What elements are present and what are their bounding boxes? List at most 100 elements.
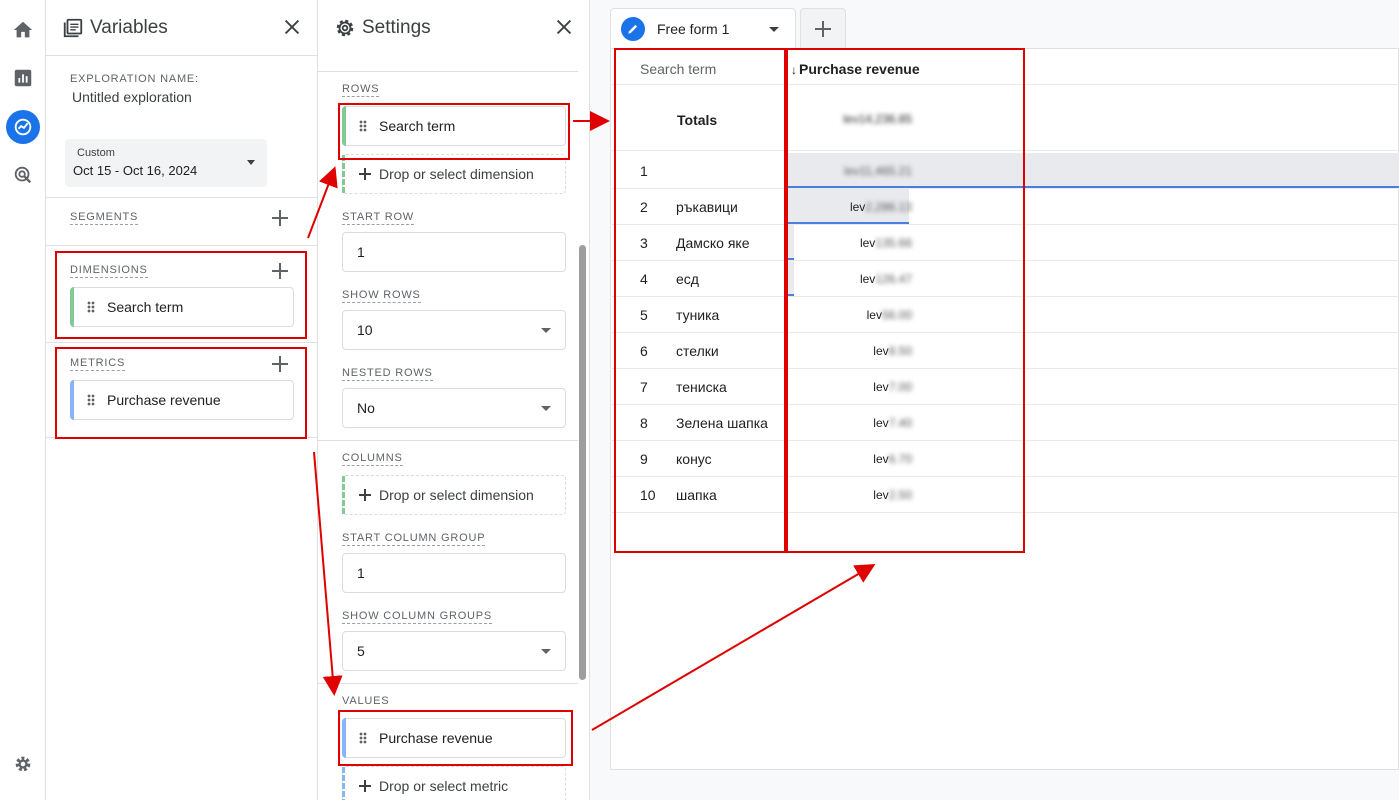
date-range-picker[interactable]: Custom Oct 15 - Oct 16, 2024 [65, 139, 267, 187]
row-number: 10 [640, 487, 656, 503]
row-search-term[interactable]: туника [676, 307, 719, 323]
plus-icon [815, 21, 831, 37]
reports-icon[interactable] [6, 61, 40, 95]
row-purchase-revenue: lev7.00 [830, 380, 912, 394]
chevron-down-icon [541, 328, 551, 333]
exploration-name-input[interactable]: Untitled exploration [72, 89, 192, 105]
currency-prefix: lev [849, 200, 866, 214]
add-dimension-icon[interactable] [272, 263, 288, 279]
totals-value: lev14,236.85 [843, 112, 912, 126]
exploration-name-label: EXPLORATION NAME: [70, 73, 199, 85]
column-header-search-term[interactable]: Search term [640, 61, 716, 77]
row-search-term[interactable]: Зелена шапка [676, 415, 768, 431]
close-icon[interactable] [553, 16, 575, 38]
row-divider [610, 368, 1399, 369]
row-number: 2 [640, 199, 648, 215]
show-column-groups-select[interactable]: 5 [342, 631, 566, 671]
rows-chip-search-term[interactable]: Search term [342, 106, 566, 146]
row-search-term[interactable]: тениска [676, 379, 727, 395]
settings-header: Settings [318, 0, 589, 56]
tab-free-form-1[interactable]: Free form 1 [610, 8, 796, 48]
show-rows-select[interactable]: 10 [342, 310, 566, 350]
advertising-icon[interactable] [6, 158, 40, 192]
nested-rows-select[interactable]: No [342, 388, 566, 428]
row-search-term[interactable]: стелки [676, 343, 719, 359]
settings-panel: Settings ROWS Search term Drop or select… [318, 0, 590, 800]
row-search-term[interactable]: есд [676, 271, 699, 287]
revenue-amount: 126.47 [875, 272, 912, 286]
row-number: 6 [640, 343, 648, 359]
add-tab-button[interactable] [800, 8, 846, 48]
values-chip-purchase-revenue[interactable]: Purchase revenue [342, 718, 566, 758]
sort-arrow-icon: ↓ [791, 63, 797, 77]
values-drop-label: Drop or select metric [379, 778, 509, 794]
tab-label: Free form 1 [657, 20, 730, 37]
variables-header: Variables [46, 0, 317, 56]
drag-handle-icon[interactable] [359, 732, 367, 744]
chevron-down-icon[interactable] [769, 27, 779, 32]
settings-scrollbar[interactable] [579, 245, 586, 680]
dimension-chip-search-term[interactable]: Search term [70, 287, 294, 327]
revenue-amount: 56.00 [881, 308, 912, 322]
row-search-term[interactable]: шапка [676, 487, 717, 503]
row-divider [610, 440, 1399, 441]
revenue-amount: 6.70 [888, 452, 912, 466]
row-search-term[interactable]: Дамско яке [676, 235, 750, 251]
show-column-groups-value: 5 [357, 643, 365, 659]
revenue-amount: lev11,465.21 [844, 164, 912, 178]
row-purchase-revenue: lev135.66 [830, 236, 912, 250]
row-divider [610, 332, 1399, 333]
start-row-label: START ROW [342, 211, 414, 225]
columns-label: COLUMNS [342, 452, 403, 466]
currency-prefix: lev [873, 488, 889, 502]
revenue-amount: 2.50 [888, 488, 912, 502]
date-range-value: Oct 15 - Oct 16, 2024 [73, 163, 198, 178]
close-icon[interactable] [281, 16, 303, 38]
chevron-down-icon [541, 649, 551, 654]
metric-header-label: Purchase revenue [799, 61, 920, 77]
start-row-input[interactable]: 1 [342, 232, 566, 272]
add-metric-icon[interactable] [272, 356, 288, 372]
totals-label: Totals [677, 112, 718, 128]
revenue-amount: 135.66 [875, 236, 912, 250]
show-column-groups-label: SHOW COLUMN GROUPS [342, 610, 493, 624]
row-purchase-revenue: lev6.70 [830, 452, 912, 466]
row-number: 9 [640, 451, 648, 467]
column-header-purchase-revenue[interactable]: ↓ Purchase revenue [791, 61, 920, 77]
metric-chip-purchase-revenue[interactable]: Purchase revenue [70, 380, 294, 420]
revenue-amount: 8.50 [888, 344, 912, 358]
settings-icon[interactable] [6, 747, 40, 781]
show-rows-value: 10 [357, 322, 373, 338]
row-search-term[interactable]: конус [676, 451, 712, 467]
home-icon[interactable] [6, 13, 40, 47]
drag-handle-icon[interactable] [359, 120, 367, 132]
drag-handle-icon[interactable] [87, 394, 95, 406]
segments-label: SEGMENTS [70, 211, 139, 225]
row-number: 8 [640, 415, 648, 431]
nested-rows-value: No [357, 400, 375, 416]
add-segment-icon[interactable] [272, 210, 288, 226]
row-search-term[interactable]: ръкавици [676, 199, 738, 215]
columns-drop-zone[interactable]: Drop or select dimension [342, 475, 566, 515]
row-number: 4 [640, 271, 648, 287]
settings-title: Settings [362, 17, 431, 38]
dimensions-label: DIMENSIONS [70, 264, 148, 278]
rows-drop-zone[interactable]: Drop or select dimension [342, 154, 566, 194]
row-divider [610, 404, 1399, 405]
row-divider [610, 224, 1399, 225]
currency-prefix: lev [859, 272, 876, 286]
row-divider [610, 260, 1399, 261]
row-number: 7 [640, 379, 648, 395]
row-purchase-revenue: lev8.50 [830, 344, 912, 358]
drag-handle-icon[interactable] [87, 301, 95, 313]
row-divider [610, 296, 1399, 297]
variables-title: Variables [90, 16, 168, 38]
values-drop-zone[interactable]: Drop or select metric [342, 766, 566, 800]
row-purchase-revenue: lev126.47 [830, 272, 912, 286]
explore-icon[interactable] [6, 110, 40, 144]
exploration-canvas-area: Free form 1 Search term ↓ Purchase revenu… [590, 0, 1399, 800]
date-range-label: Custom [77, 147, 115, 159]
values-chip-label: Purchase revenue [379, 730, 493, 746]
start-column-group-input[interactable]: 1 [342, 553, 566, 593]
variables-panel: Variables EXPLORATION NAME: Untitled exp… [46, 0, 318, 800]
